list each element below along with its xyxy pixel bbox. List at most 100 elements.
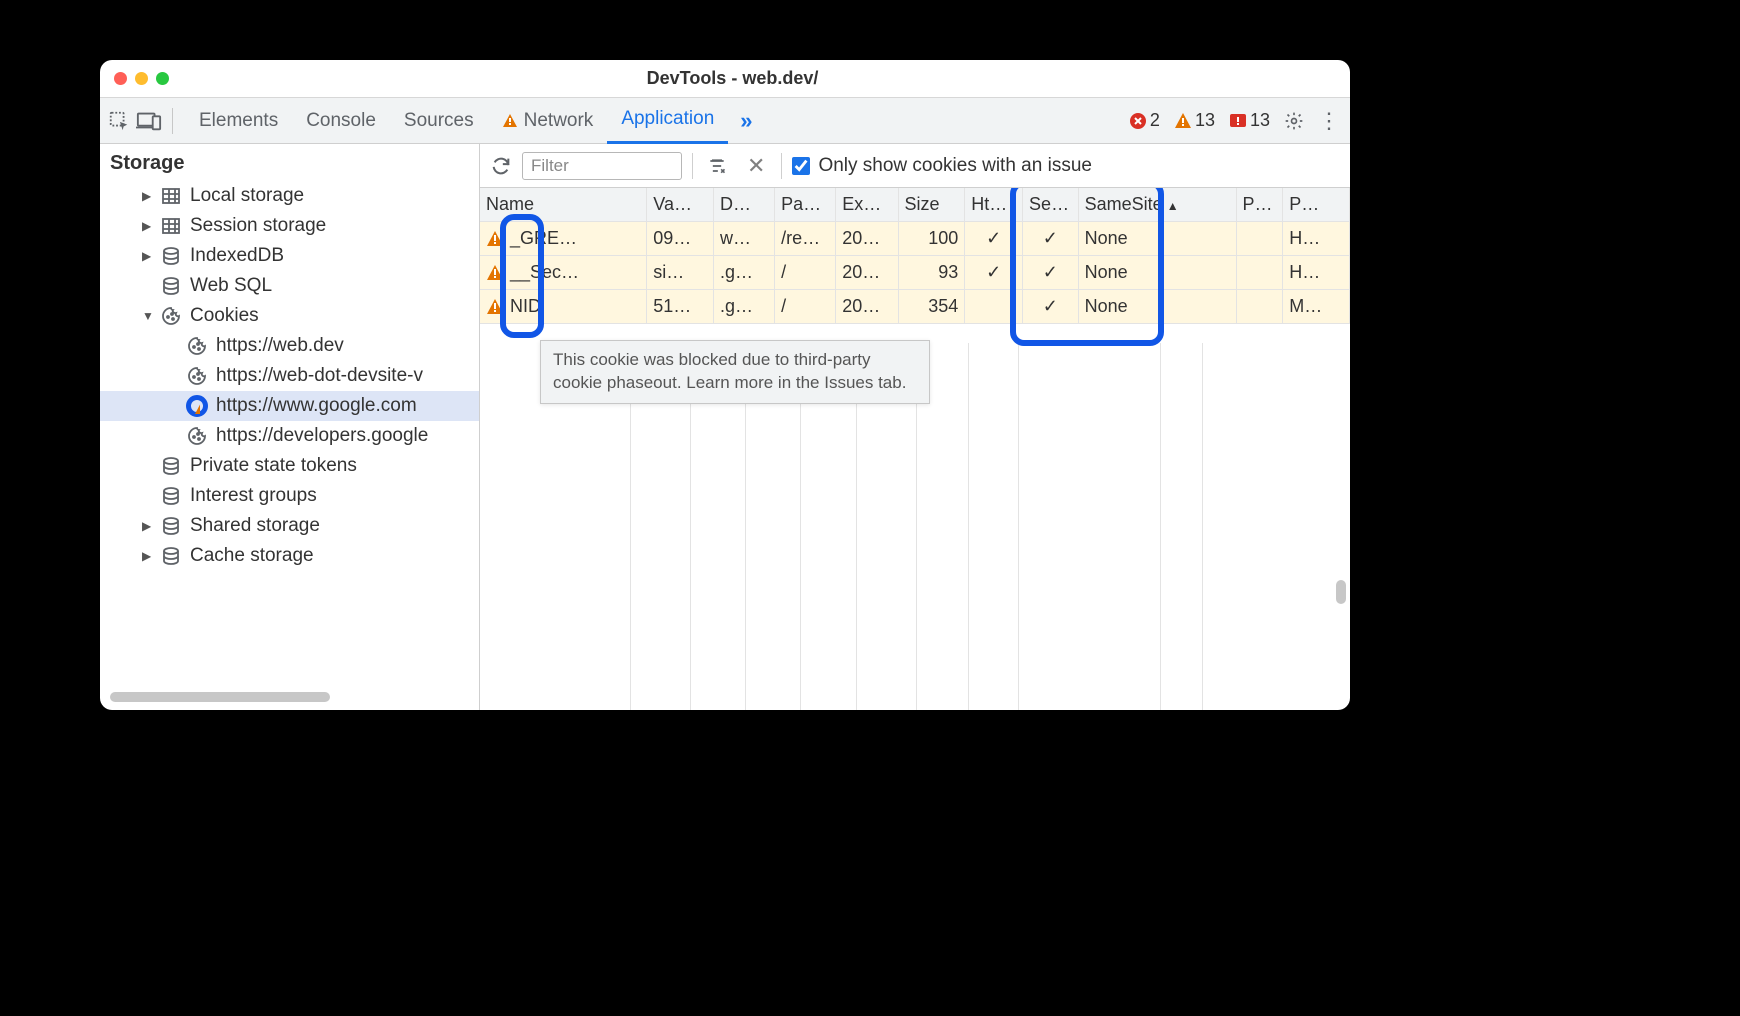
refresh-button[interactable]	[490, 155, 512, 177]
cell-samesite: None	[1078, 256, 1236, 290]
warning-icon	[1174, 112, 1192, 130]
warning-icon	[486, 230, 504, 248]
db-icon	[160, 485, 182, 507]
warning-count[interactable]: 13	[1174, 110, 1215, 131]
warning-icon	[486, 298, 504, 316]
device-toggle-icon[interactable]	[136, 110, 162, 132]
col-expires[interactable]: Ex…	[836, 188, 898, 222]
sidebar-item-label: Web SQL	[190, 275, 272, 297]
db-icon	[160, 545, 182, 567]
sidebar-item[interactable]: ▶ Cache storage	[100, 541, 479, 571]
cell-partition	[1236, 222, 1283, 256]
kebab-menu-icon[interactable]: ⋮	[1318, 108, 1340, 134]
sidebar-horizontal-scrollbar[interactable]	[110, 692, 330, 702]
sidebar-item-label: Interest groups	[190, 485, 317, 507]
sidebar-item[interactable]: https://web.dev	[100, 331, 479, 361]
main-vertical-scrollbar[interactable]	[1336, 580, 1346, 604]
titlebar: DevTools - web.dev/	[100, 60, 1350, 98]
cell-expires: 20…	[836, 222, 898, 256]
cell-priority: H…	[1283, 256, 1350, 290]
sidebar-item[interactable]: Interest groups	[100, 481, 479, 511]
clear-filter-icon[interactable]	[703, 156, 731, 176]
inspect-icon[interactable]	[108, 110, 130, 132]
sidebar-item[interactable]: ▶Local storage	[100, 181, 479, 211]
cell-path: /re…	[775, 222, 836, 256]
col-path[interactable]: Pa…	[775, 188, 836, 222]
twisty-icon[interactable]: ▶	[142, 519, 152, 533]
db-icon	[160, 275, 182, 297]
twisty-icon[interactable]: ▶	[142, 219, 152, 233]
sidebar-item[interactable]: https://web-dot-devsite-v	[100, 361, 479, 391]
sidebar-item-label: IndexedDB	[190, 245, 284, 267]
cell-secure: ✓	[1023, 256, 1079, 290]
sidebar-item[interactable]: ▼Cookies	[100, 301, 479, 331]
cookie-blocked-tooltip: This cookie was blocked due to third-par…	[540, 340, 930, 404]
only-issues-checkbox[interactable]: Only show cookies with an issue	[792, 155, 1092, 177]
twisty-icon[interactable]: ▶	[142, 549, 152, 563]
table-row[interactable]: NID51….g…/20…354✓NoneM…	[480, 290, 1350, 324]
sidebar-item[interactable]: ▶Shared storage	[100, 511, 479, 541]
cell-value: 09…	[647, 222, 714, 256]
twisty-icon[interactable]: ▶	[142, 189, 152, 203]
cookies-toolbar: ✕ Only show cookies with an issue	[480, 144, 1350, 188]
sidebar-item-label: Cache storage	[190, 545, 314, 567]
twisty-icon[interactable]: ▼	[142, 309, 152, 323]
sidebar-item-label: https://developers.google	[216, 425, 428, 447]
sidebar-item[interactable]: https://developers.google	[100, 421, 479, 451]
cookie-icon	[186, 365, 208, 387]
sidebar-item-label: https://web.dev	[216, 335, 344, 357]
col-secure[interactable]: Se…	[1023, 188, 1079, 222]
clear-all-icon[interactable]: ✕	[741, 153, 771, 179]
settings-icon[interactable]	[1284, 111, 1304, 131]
col-http[interactable]: Ht…	[965, 188, 1023, 222]
cell-http	[965, 290, 1023, 324]
sidebar-item[interactable]: Private state tokens	[100, 451, 479, 481]
table-row[interactable]: __Sec…si….g…/20…93✓✓NoneH…	[480, 256, 1350, 290]
sidebar-item[interactable]: Web SQL	[100, 271, 479, 301]
tab-console[interactable]: Console	[292, 98, 390, 144]
cell-name: __Sec…	[480, 256, 647, 290]
cell-secure: ✓	[1023, 290, 1079, 324]
col-partition[interactable]: P…	[1236, 188, 1283, 222]
db-icon	[160, 455, 182, 477]
cell-samesite: None	[1078, 222, 1236, 256]
sidebar-item[interactable]: ▶ IndexedDB	[100, 241, 479, 271]
cell-http: ✓	[965, 256, 1023, 290]
col-domain[interactable]: D…	[713, 188, 774, 222]
col-samesite[interactable]: SameSite▲	[1078, 188, 1236, 222]
sidebar: Storage ▶Local storage▶Session storage▶I…	[100, 144, 480, 710]
error-count[interactable]: 2	[1129, 110, 1160, 131]
cell-size: 93	[898, 256, 965, 290]
col-name[interactable]: Name	[480, 188, 647, 222]
col-size[interactable]: Size	[898, 188, 965, 222]
cell-path: /	[775, 256, 836, 290]
cell-name: NID	[480, 290, 647, 324]
grid-icon	[160, 185, 182, 207]
table-row[interactable]: _GRE…09…w…/re…20…100✓✓NoneH…	[480, 222, 1350, 256]
close-window-icon[interactable]	[114, 72, 127, 85]
sidebar-item[interactable]: https://www.google.com	[100, 391, 479, 421]
warning-icon	[486, 264, 504, 282]
tab-sources[interactable]: Sources	[390, 98, 488, 144]
sidebar-heading: Storage	[100, 144, 479, 181]
col-priority[interactable]: P…	[1283, 188, 1350, 222]
twisty-icon[interactable]: ▶	[142, 249, 152, 263]
cell-value: 51…	[647, 290, 714, 324]
more-tabs-button[interactable]: »	[728, 108, 764, 134]
tab-application[interactable]: Application	[607, 98, 728, 144]
tab-network[interactable]: Network	[488, 98, 608, 144]
tab-elements[interactable]: Elements	[185, 98, 292, 144]
sidebar-item[interactable]: ▶ Session storage	[100, 211, 479, 241]
warn-icon	[186, 395, 208, 417]
only-issues-label: Only show cookies with an issue	[818, 155, 1092, 177]
window-title: DevTools - web.dev/	[129, 68, 1336, 89]
cell-value: si…	[647, 256, 714, 290]
cell-domain: w…	[713, 222, 774, 256]
cell-name: _GRE…	[480, 222, 647, 256]
cell-path: /	[775, 290, 836, 324]
issues-count[interactable]: 13	[1229, 110, 1270, 131]
filter-input[interactable]	[522, 152, 682, 180]
sidebar-item-label: Session storage	[190, 215, 326, 237]
col-value[interactable]: Va…	[647, 188, 714, 222]
db-icon	[160, 245, 182, 267]
